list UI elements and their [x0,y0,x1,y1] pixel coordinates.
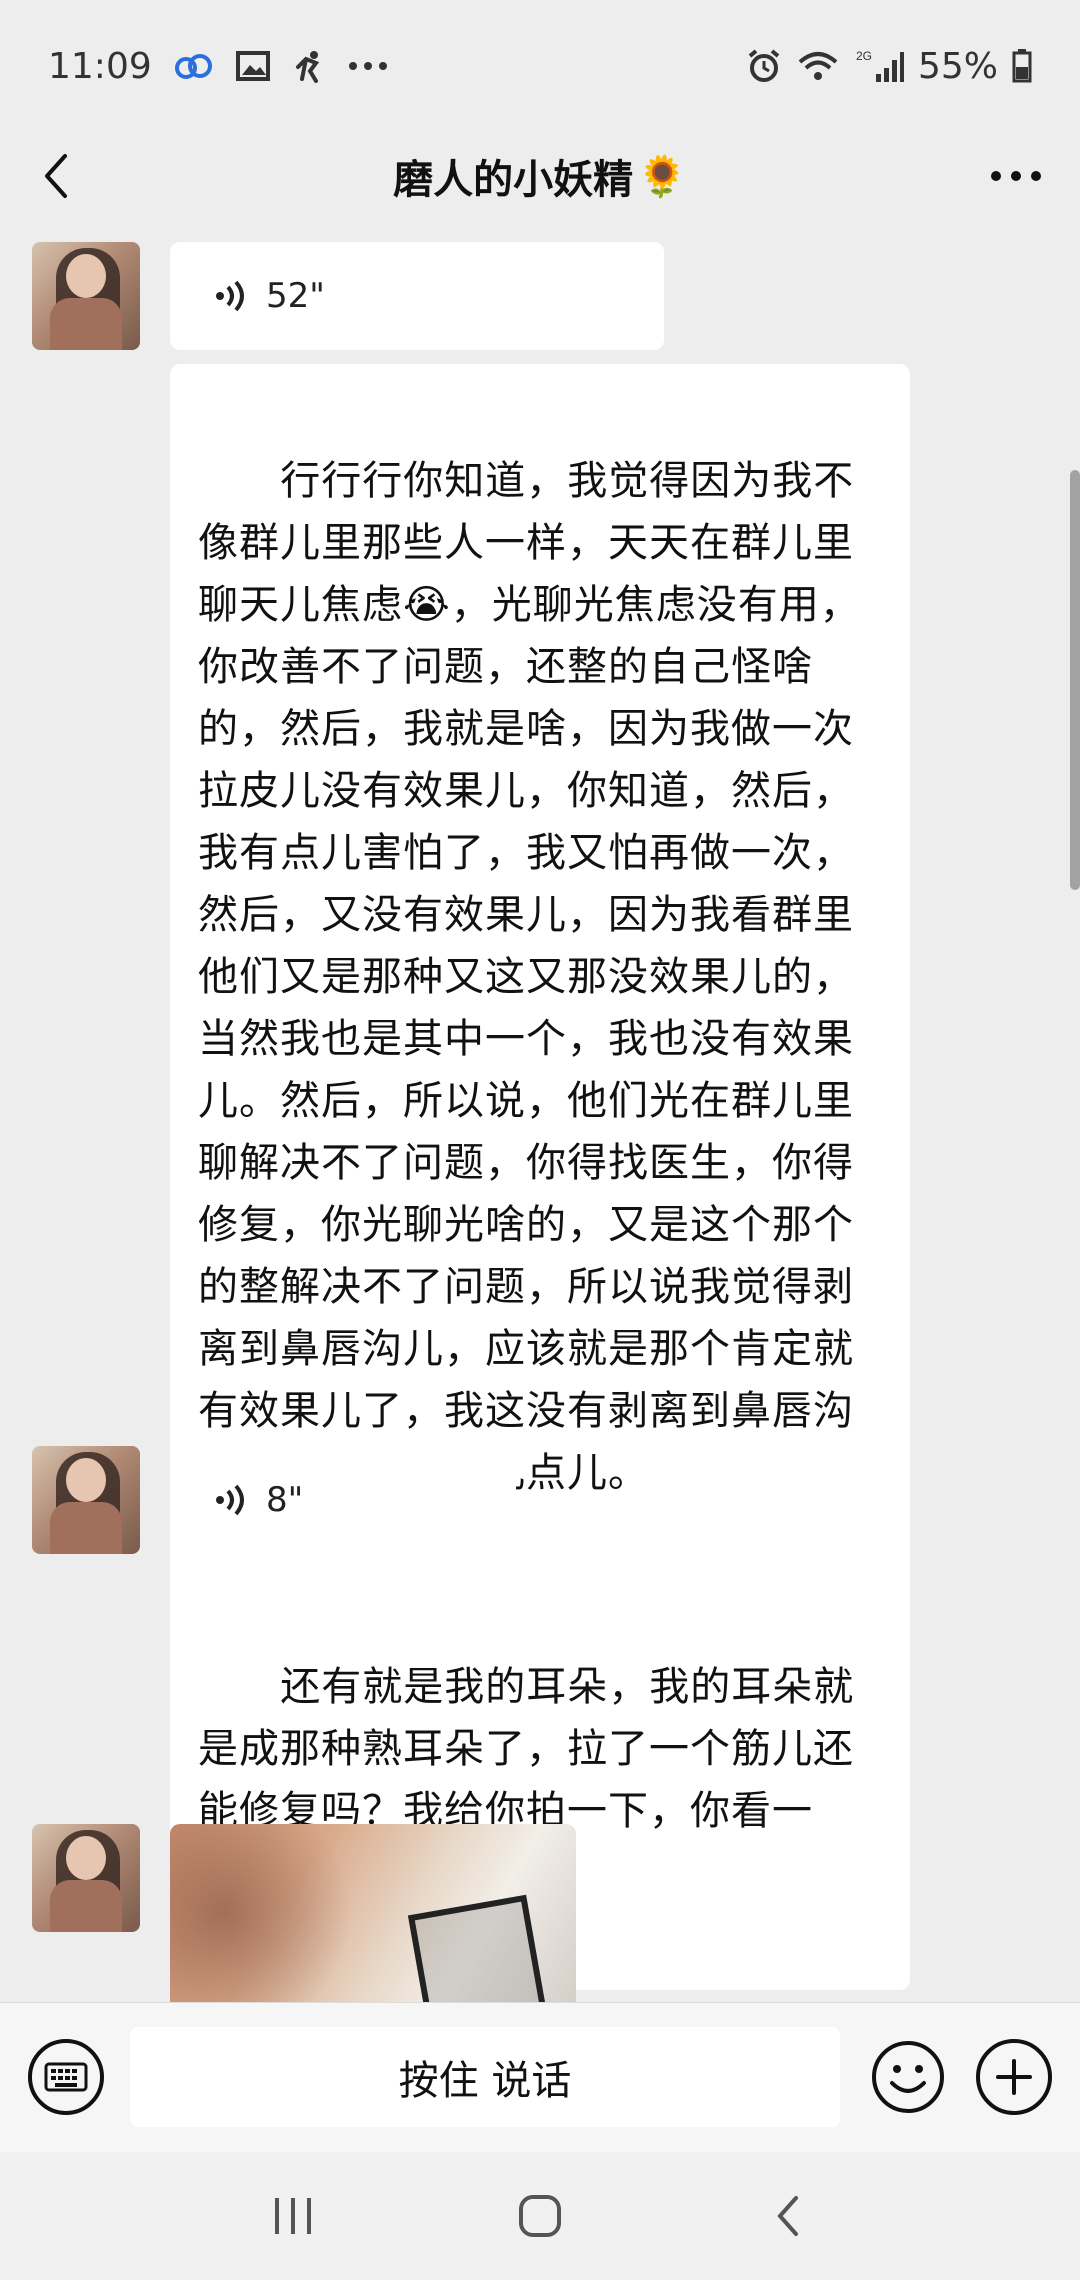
scrollbar[interactable] [1070,470,1080,890]
chat-title: 磨人的小妖精 🌻 [393,147,687,205]
hold-to-talk-label: 按住 说话 [398,2058,572,2104]
recent-apps-button[interactable] [253,2176,333,2256]
recent-apps-icon [275,2198,312,2234]
avatar[interactable] [32,1824,140,1932]
signal-icon: 2G [854,48,904,84]
chat-title-text: 磨人的小妖精 [393,157,634,203]
more-options-icon [991,171,1041,181]
more-functions-button[interactable] [976,2039,1052,2115]
avatar[interactable] [32,1446,140,1554]
status-bar: 11:09 2G 55% [0,0,1080,132]
keyboard-icon [44,2062,88,2092]
emoji-icon [872,2041,944,2113]
keyboard-toggle-button[interactable] [28,2039,104,2115]
alarm-icon [746,48,782,84]
chat-screen: 11:09 2G 55% 磨人的小妖精 🌻 52" 行行行你知道，我觉得因为我不… [0,0,1080,2280]
home-button[interactable] [500,2176,580,2256]
image-message[interactable] [170,1824,576,2002]
battery-percent: 55% [917,45,998,87]
system-nav-bar [0,2152,1080,2280]
system-back-button[interactable] [747,2176,827,2256]
avatar[interactable] [32,242,140,350]
back-button[interactable] [28,148,84,204]
status-time: 11:09 [48,45,152,87]
voice-message[interactable]: 52" [170,242,664,350]
message-text: 行行行你知道，我觉得因为我不像群儿里那些人一样，天天在群儿里聊天儿焦虑😭，光聊光… [198,458,861,1496]
chat-header: 磨人的小妖精 🌻 [0,120,1080,232]
voice-wave-icon [216,1484,244,1516]
hold-to-talk-button[interactable]: 按住 说话 [130,2027,840,2127]
sunflower-emoji: 🌻 [637,153,687,200]
plus-icon [996,2059,1032,2095]
voice-duration: 52" [266,276,325,316]
voice-message[interactable]: 8" [170,1446,516,1554]
voice-duration: 8" [266,1480,304,1520]
back-arrow-icon [45,154,67,198]
home-icon [518,2195,561,2237]
more-dots-icon [348,61,388,71]
more-options-button[interactable] [980,148,1052,204]
gallery-icon [235,51,270,81]
wifi-icon [796,48,840,84]
network-label: 2G [856,49,872,63]
fitness-icon [292,49,326,83]
cloud-app-icon [174,51,214,81]
battery-icon [1012,49,1032,83]
system-back-icon [776,2196,798,2236]
voice-wave-icon [216,280,244,312]
text-message[interactable]: 行行行你知道，我觉得因为我不像群儿里那些人一样，天天在群儿里聊天儿焦虑😭，光聊光… [170,364,910,1590]
input-bar: 按住 说话 [0,2002,1080,2152]
message-list[interactable]: 52" 行行行你知道，我觉得因为我不像群儿里那些人一样，天天在群儿里聊天儿焦虑😭… [0,232,1080,2002]
emoji-button[interactable] [870,2039,946,2115]
